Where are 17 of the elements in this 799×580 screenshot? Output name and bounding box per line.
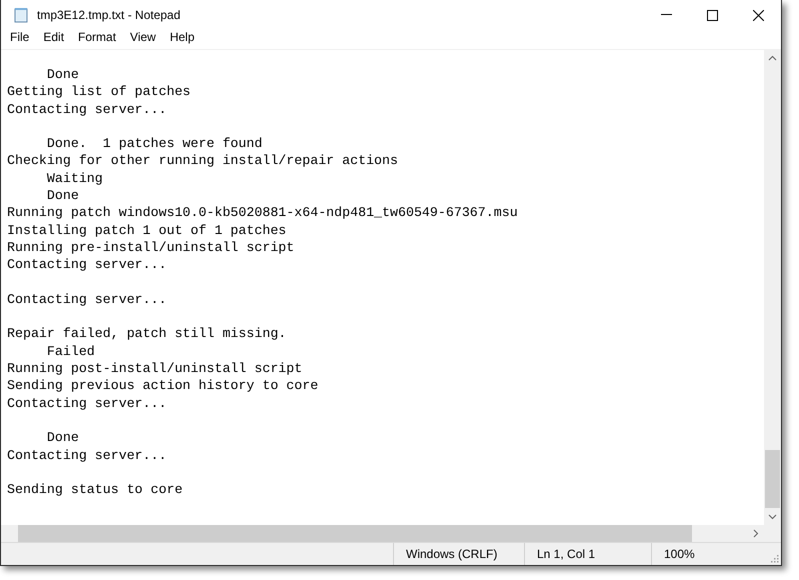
status-text: Windows (CRLF) xyxy=(393,543,524,565)
close-icon xyxy=(752,10,764,20)
notepad-icon xyxy=(13,7,29,23)
status-text: Ln 1, Col 1 xyxy=(524,543,651,565)
menu-item[interactable]: View xyxy=(123,30,163,47)
menu-item[interactable]: File xyxy=(3,30,36,47)
status-text: 100% xyxy=(651,543,761,565)
scroll-thumb[interactable] xyxy=(765,450,780,508)
vertical-scrollbar[interactable] xyxy=(764,50,781,525)
menu-item[interactable]: Format xyxy=(71,30,124,47)
menu-item[interactable]: Help xyxy=(162,30,202,47)
resize-grip-icon[interactable] xyxy=(769,553,779,563)
maximize-icon xyxy=(706,10,718,20)
menu-item[interactable]: Edit xyxy=(36,30,72,47)
minimize-icon xyxy=(660,14,672,16)
text-editor[interactable]: Done Getting list of patches Contacting server... Done. 1 patches were found Checking for other running install/repair actions Waiting Done Running patch windows10.0-kb5020881-x64-ndp481_tw60549-67367.msu Installing patch 1 out of 1 patches Running pre-install/uninstall script Contacting server... Contacting server... Repair failed, patch still missing. Failed Running post-install/uninstall script Sending previous action history to core Contacting server... Done Contacting server... Sending status to core xyxy=(1,50,764,525)
window-title: tmp3E12.tmp.txt - Notepad xyxy=(37,8,180,22)
